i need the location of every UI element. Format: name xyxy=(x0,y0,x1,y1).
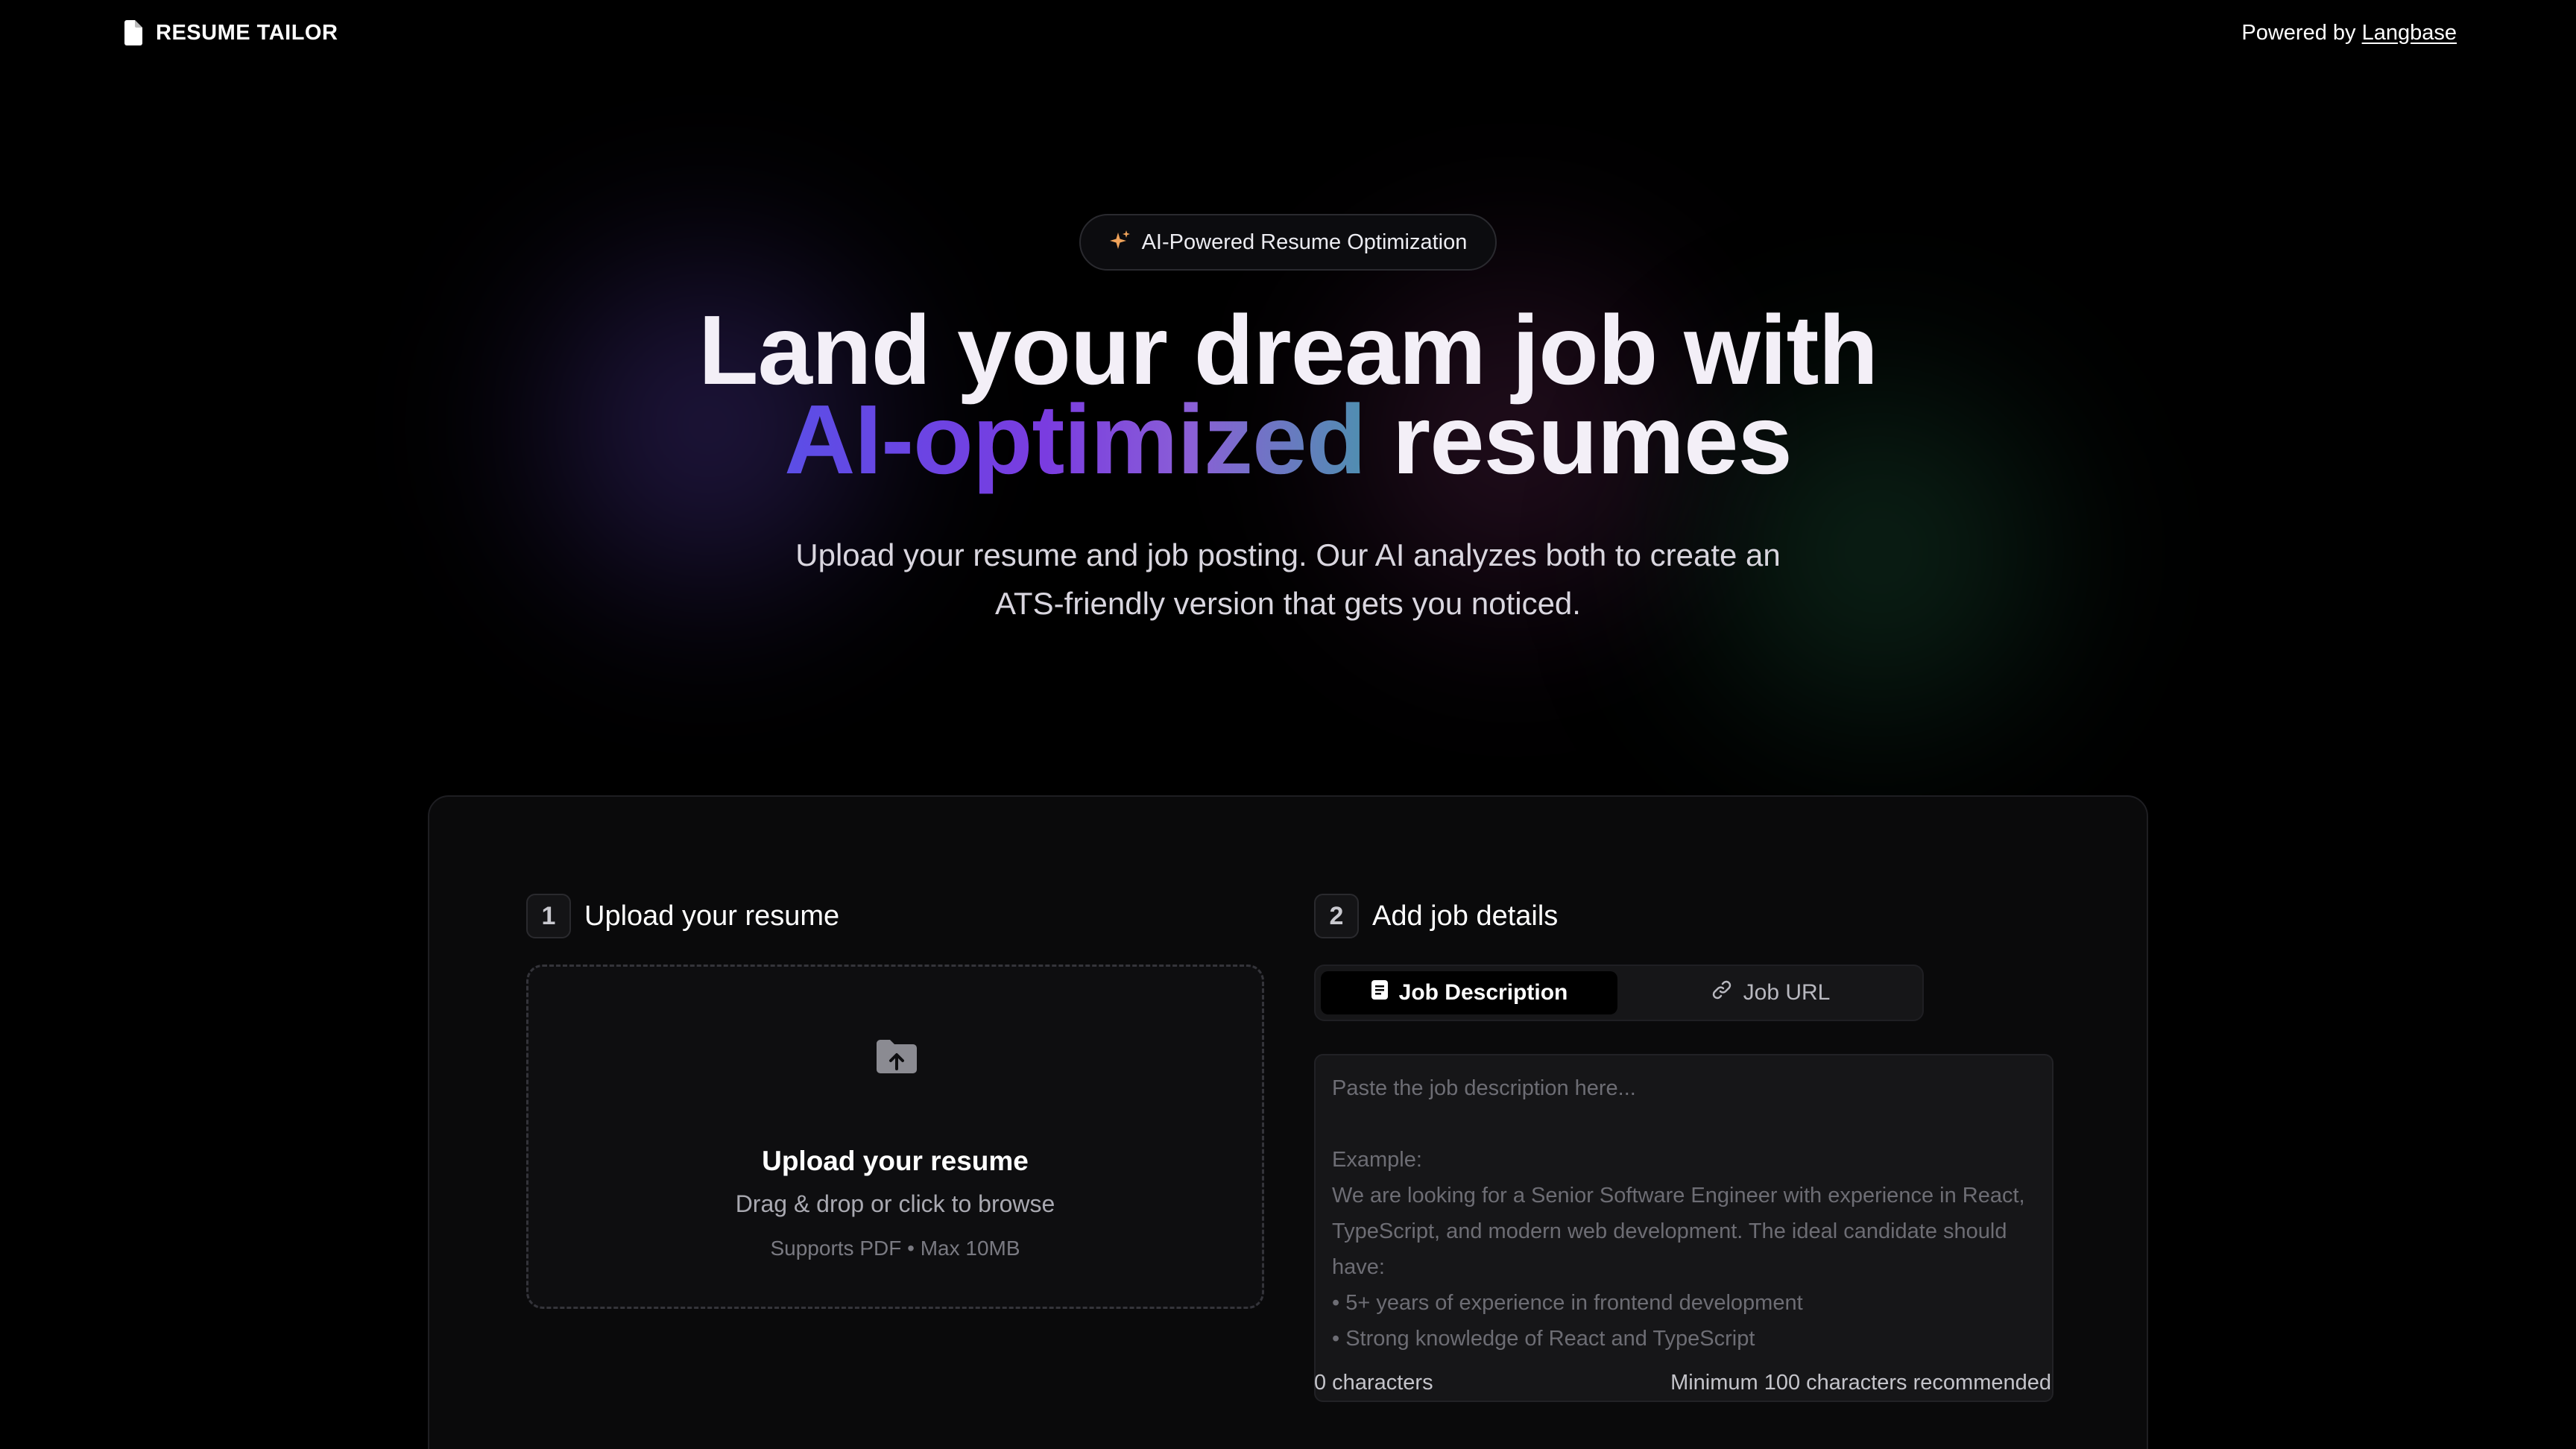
hero-badge: AI-Powered Resume Optimization xyxy=(1079,214,1497,271)
powered-by-prefix: Powered by xyxy=(2241,21,2356,45)
sparkles-icon xyxy=(1109,230,1131,256)
step2-number: 2 xyxy=(1314,894,1359,938)
step2-header: 2 Add job details xyxy=(1314,894,1558,938)
main-card: 1 Upload your resume Upload your resume … xyxy=(428,795,2148,1449)
job-description-textarea[interactable]: Paste the job description here... Exampl… xyxy=(1314,1054,2053,1402)
folder-upload-icon xyxy=(875,1038,918,1079)
minimum-characters-note: Minimum 100 characters recommended xyxy=(1670,1371,2051,1395)
hero-title-line2: AI-optimized resumes xyxy=(0,391,2576,489)
step1-title: Upload your resume xyxy=(584,900,840,932)
brand-name: RESUME TAILOR xyxy=(156,20,338,45)
hero-title-rest: resumes xyxy=(1366,385,1793,494)
character-count: 0 characters xyxy=(1314,1371,1433,1395)
brand-logo-link[interactable]: RESUME TAILOR xyxy=(123,19,338,46)
job-input-tabs: Job Description Job URL xyxy=(1314,965,1924,1021)
dropzone-hint: Drag & drop or click to browse xyxy=(735,1190,1055,1217)
langbase-link[interactable]: Langbase xyxy=(2362,21,2457,45)
resume-dropzone[interactable]: Upload your resume Drag & drop or click … xyxy=(526,965,1264,1309)
top-header: RESUME TAILOR Powered by Langbase xyxy=(0,0,2576,69)
powered-by: Powered by Langbase xyxy=(2241,21,2457,45)
step1-header: 1 Upload your resume xyxy=(526,894,839,938)
tab-job-description-label: Job Description xyxy=(1398,980,1568,1005)
hero-title-highlight: AI-optimized xyxy=(784,385,1366,494)
hero-subtitle-line2: ATS-friendly version that gets you notic… xyxy=(995,586,1581,621)
hero-subtitle: Upload your resume and job posting. Our … xyxy=(766,531,1810,628)
tab-job-url-label: Job URL xyxy=(1743,980,1831,1005)
dropzone-title: Upload your resume xyxy=(762,1146,1029,1176)
hero-subtitle-line1: Upload your resume and job posting. Our … xyxy=(795,537,1781,572)
badge-label: AI-Powered Resume Optimization xyxy=(1141,230,1468,254)
document-icon xyxy=(123,19,144,46)
step1-number: 1 xyxy=(526,894,571,938)
document-text-icon xyxy=(1371,979,1389,1006)
tab-job-description[interactable]: Job Description xyxy=(1321,971,1617,1014)
hero-title-line1: Land your dream job with xyxy=(698,295,1878,405)
dropzone-note: Supports PDF • Max 10MB xyxy=(770,1237,1020,1260)
tab-job-url[interactable]: Job URL xyxy=(1623,971,1917,1014)
step2-title: Add job details xyxy=(1372,900,1559,932)
hero-title: Land your dream job with AI-optimized re… xyxy=(0,295,2576,489)
link-icon xyxy=(1711,979,1733,1007)
